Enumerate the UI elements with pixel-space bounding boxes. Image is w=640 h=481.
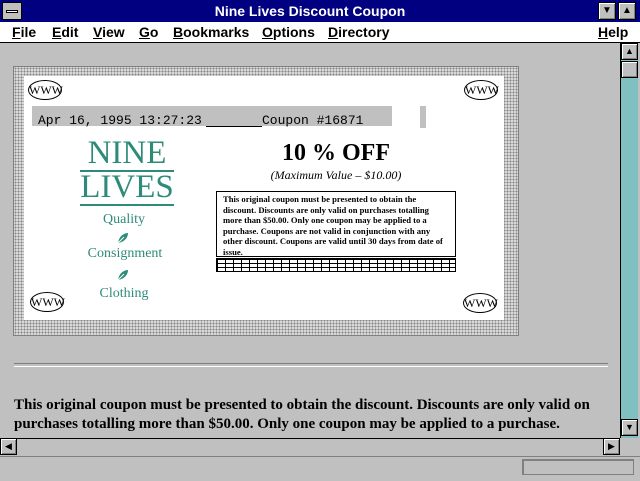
leaf-icon (116, 268, 130, 282)
vertical-scrollbar[interactable]: ▲ ▼ (620, 43, 638, 438)
horizontal-scrollbar[interactable]: ◀ ▶ (0, 438, 620, 455)
horizontal-rule (14, 363, 608, 367)
scroll-right-icon[interactable]: ▶ (603, 438, 620, 455)
system-menu-icon[interactable] (2, 2, 22, 20)
menu-view[interactable]: View (93, 23, 125, 41)
status-progress (522, 459, 634, 475)
coupon-date: Apr 16, 1995 13:27:23 (38, 113, 202, 128)
www-corner-top-left: WWW (28, 80, 63, 100)
menu-bookmarks[interactable]: Bookmarks (173, 23, 249, 41)
www-corner-bottom-left: WWW (30, 292, 65, 312)
tag-quality: Quality (103, 212, 145, 227)
menu-edit[interactable]: Edit (52, 23, 78, 41)
www-corner-top-right: WWW (464, 80, 499, 100)
coupon-number: Coupon #16871 (262, 113, 364, 128)
scroll-up-icon[interactable]: ▲ (621, 43, 638, 60)
max-value: (Maximum Value – $10.00) (270, 168, 402, 182)
window-title: Nine Lives Discount Coupon (214, 3, 406, 19)
scroll-down-icon[interactable]: ▼ (621, 419, 638, 436)
menu-go[interactable]: Go (139, 23, 158, 41)
minimize-icon[interactable]: ▼ (598, 2, 616, 20)
coupon-terms-text: This original coupon must be presented t… (14, 397, 590, 432)
brick-border (216, 258, 456, 272)
logo-lives: LIVES (80, 169, 174, 206)
offer-headline: 10 % OFF (282, 140, 390, 166)
scroll-thumb[interactable] (621, 61, 638, 78)
date-bar-gap (420, 106, 426, 128)
menu-file[interactable]: File (12, 23, 36, 41)
date-underline (206, 126, 262, 127)
scroll-left-icon[interactable]: ◀ (0, 438, 17, 455)
leaf-icon (116, 231, 130, 245)
maximize-icon[interactable]: ▲ (618, 2, 636, 20)
tag-consignment: Consignment (87, 246, 163, 261)
menu-options[interactable]: Options (262, 23, 315, 41)
logo-nine: NINE (80, 137, 174, 172)
menu-directory[interactable]: Directory (328, 23, 389, 41)
www-corner-bottom-right: WWW (463, 293, 498, 313)
menu-help[interactable]: Help (598, 23, 628, 41)
menu-bar: File Edit View Go Bookmarks Options Dire… (0, 22, 640, 43)
fine-print: This original coupon must be presented t… (216, 191, 456, 257)
tag-clothing: Clothing (99, 286, 149, 301)
